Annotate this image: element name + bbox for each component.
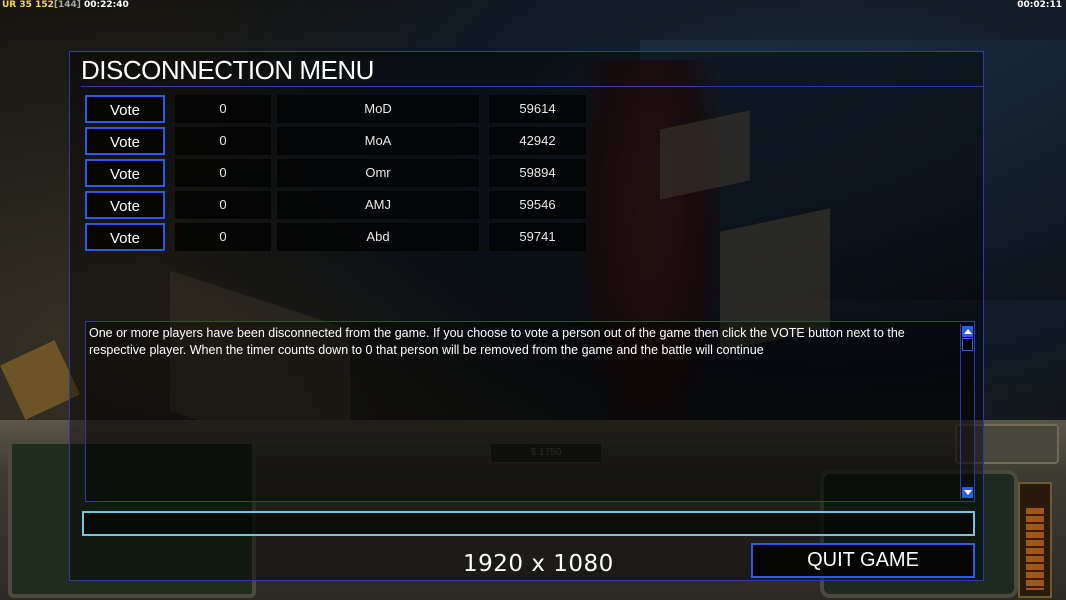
vote-button[interactable]: Vote bbox=[85, 159, 165, 187]
chat-input[interactable] bbox=[82, 511, 975, 536]
vote-button[interactable]: Vote bbox=[85, 223, 165, 251]
fps-limit: [144] bbox=[53, 0, 81, 10]
player-row: Vote 0 Omr 59894 bbox=[85, 159, 595, 189]
player-ping: 42942 bbox=[489, 127, 586, 155]
vote-button[interactable]: Vote bbox=[85, 191, 165, 219]
scrollbar[interactable] bbox=[960, 324, 973, 499]
player-ping: 59741 bbox=[489, 223, 586, 251]
scroll-down-icon[interactable] bbox=[962, 487, 973, 498]
power-meter bbox=[1018, 482, 1052, 598]
vote-count: 0 bbox=[175, 223, 271, 251]
status-bar: UR 35 152[144] 00:22:40 00:02:11 bbox=[0, 0, 1066, 12]
status-prefix: UR bbox=[2, 0, 17, 10]
quit-game-button[interactable]: QUIT GAME bbox=[751, 543, 975, 578]
status-left: UR 35 152[144] 00:22:40 bbox=[2, 0, 129, 10]
dialog-title: DISCONNECTION MENU bbox=[81, 54, 984, 87]
fps-counter: 152 bbox=[35, 0, 54, 10]
player-name: AMJ bbox=[277, 191, 479, 219]
status-number: 35 bbox=[19, 0, 32, 10]
elapsed-time: 00:22:40 bbox=[84, 0, 129, 10]
player-name: MoD bbox=[277, 95, 479, 123]
player-name: Omr bbox=[277, 159, 479, 187]
disconnect-message: One or more players have been disconnect… bbox=[89, 326, 905, 357]
vote-count: 0 bbox=[175, 127, 271, 155]
resolution-overlay: 1920 x 1080 bbox=[463, 551, 614, 577]
vote-button[interactable]: Vote bbox=[85, 95, 165, 123]
clock: 00:02:11 bbox=[1017, 0, 1062, 10]
message-box: One or more players have been disconnect… bbox=[85, 321, 975, 502]
vote-count: 0 bbox=[175, 95, 271, 123]
scroll-thumb[interactable] bbox=[962, 338, 973, 351]
player-ping: 59546 bbox=[489, 191, 586, 219]
player-ping: 59894 bbox=[489, 159, 586, 187]
scroll-up-icon[interactable] bbox=[962, 326, 973, 337]
player-ping: 59614 bbox=[489, 95, 586, 123]
player-row: Vote 0 Abd 59741 bbox=[85, 223, 595, 253]
player-row: Vote 0 AMJ 59546 bbox=[85, 191, 595, 221]
player-name: MoA bbox=[277, 127, 479, 155]
vehicle bbox=[0, 340, 80, 420]
vote-count: 0 bbox=[175, 191, 271, 219]
player-name: Abd bbox=[277, 223, 479, 251]
vote-button[interactable]: Vote bbox=[85, 127, 165, 155]
player-row: Vote 0 MoA 42942 bbox=[85, 127, 595, 157]
player-row: Vote 0 MoD 59614 bbox=[85, 95, 595, 125]
vote-count: 0 bbox=[175, 159, 271, 187]
